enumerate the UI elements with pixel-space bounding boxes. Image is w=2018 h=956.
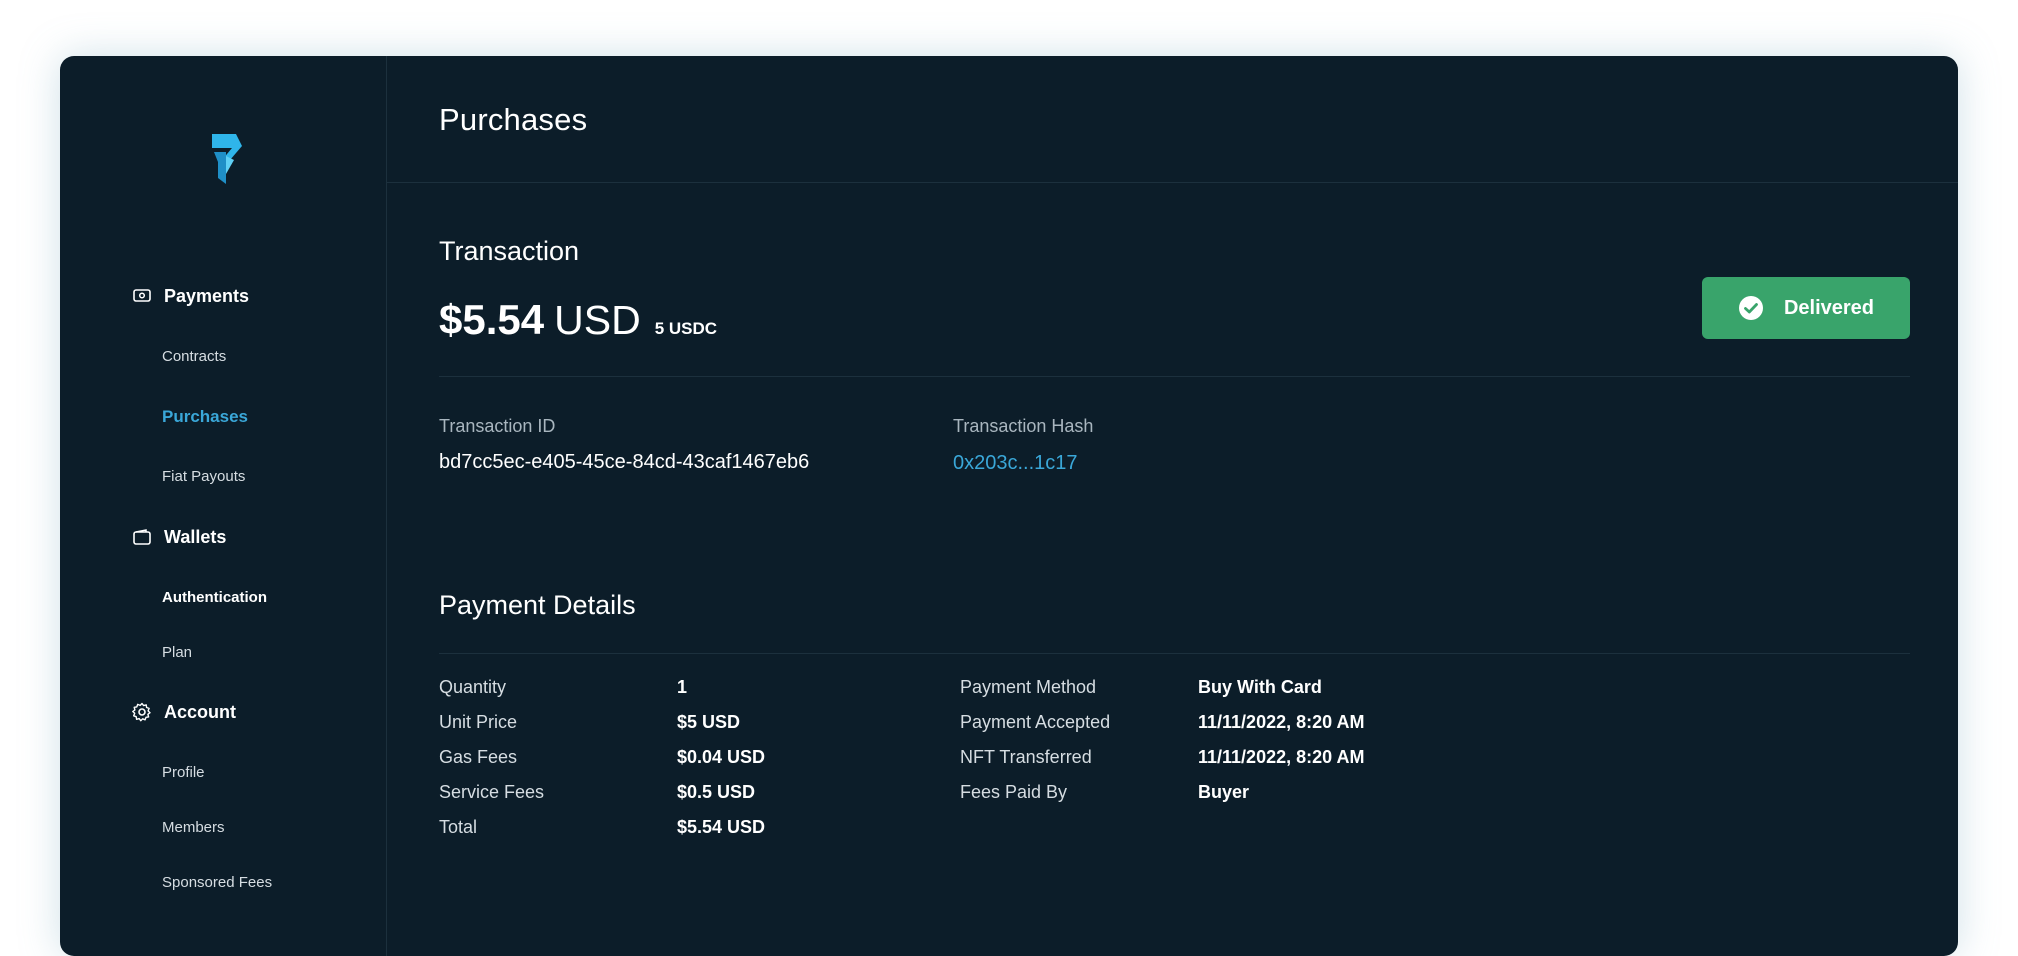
check-circle-icon [1738, 296, 1763, 320]
sidebar-item-profile[interactable]: Profile [162, 763, 205, 783]
detail-label-quantity: Quantity [439, 677, 507, 697]
sidebar-item-members[interactable]: Members [162, 818, 225, 838]
sidebar-item-fiat-payouts[interactable]: Fiat Payouts [162, 467, 245, 487]
detail-value-gas-fees: $0.04 USD [677, 747, 766, 767]
detail-label-total: Total [439, 817, 478, 837]
sidebar-item-authentication[interactable]: Authentication [162, 588, 267, 608]
detail-label-unit-price: Unit Price [439, 712, 518, 732]
sidebar-item-contracts[interactable]: Contracts [162, 347, 226, 367]
detail-value-total: $5.54 USD [677, 817, 766, 837]
sidebar: Payments Contracts Purchases Fiat Payout… [60, 56, 387, 956]
transaction-hash-link[interactable]: 0x203c...1c17 [953, 452, 1078, 475]
sidebar-item-sponsored-fees[interactable]: Sponsored Fees [162, 873, 272, 893]
sidebar-section-label: Payments [164, 285, 250, 306]
detail-label-gas-fees: Gas Fees [439, 747, 518, 767]
amount-currency: USD [554, 297, 641, 343]
money-icon [132, 286, 152, 306]
app-window: Payments Contracts Purchases Fiat Payout… [60, 56, 1958, 956]
detail-label-service-fees: Service Fees [439, 782, 545, 802]
wallet-icon [132, 527, 152, 547]
transaction-id-label: Transaction ID [439, 416, 556, 436]
detail-value-fees-paid-by: Buyer [1198, 782, 1250, 802]
transaction-hash-label: Transaction Hash [953, 416, 1094, 436]
detail-value-quantity: 1 [677, 677, 688, 697]
detail-value-unit-price: $5 USD [677, 712, 741, 732]
detail-label-payment-accepted: Payment Accepted [960, 712, 1111, 732]
detail-label-payment-method: Payment Method [960, 677, 1097, 697]
sidebar-section-account[interactable]: Account [132, 700, 236, 724]
sidebar-section-label: Account [164, 701, 236, 722]
detail-value-payment-method: Buy With Card [1198, 677, 1322, 697]
detail-value-payment-accepted: 11/11/2022, 8:20 AM [1198, 712, 1365, 732]
detail-label-nft-transferred: NFT Transferred [960, 747, 1092, 767]
brand-logo-icon[interactable] [210, 134, 244, 184]
transaction-id-value: bd7cc5ec-e405-45ce-84cd-43caf1467eb6 [439, 451, 810, 473]
page-title: Purchases [439, 102, 588, 137]
sidebar-section-label: Wallets [164, 526, 227, 547]
crypto-amount: 5 USDC [654, 319, 718, 338]
transaction-title: Transaction [439, 236, 580, 266]
main-content: Purchases Transaction $5.54 USD 5 USDC D… [387, 56, 1958, 956]
amount-value: $5.54 [439, 296, 545, 343]
detail-value-service-fees: $0.5 USD [677, 782, 756, 802]
gear-icon [132, 702, 152, 722]
detail-value-nft-transferred: 11/11/2022, 8:20 AM [1198, 747, 1365, 767]
detail-label-fees-paid-by: Fees Paid By [960, 782, 1068, 802]
transaction-divider [439, 376, 1910, 377]
status-badge[interactable]: Delivered [1702, 277, 1910, 339]
sidebar-section-wallets[interactable]: Wallets [132, 525, 226, 549]
payment-details-divider [439, 653, 1910, 654]
header-divider [387, 182, 1958, 183]
status-label: Delivered [1783, 296, 1875, 319]
sidebar-item-purchases[interactable]: Purchases [162, 407, 248, 427]
payment-details-title: Payment Details [439, 590, 636, 620]
sidebar-item-plan[interactable]: Plan [162, 643, 192, 663]
transaction-amount: $5.54 USD 5 USDC [439, 296, 717, 344]
sidebar-section-payments[interactable]: Payments [132, 284, 249, 308]
